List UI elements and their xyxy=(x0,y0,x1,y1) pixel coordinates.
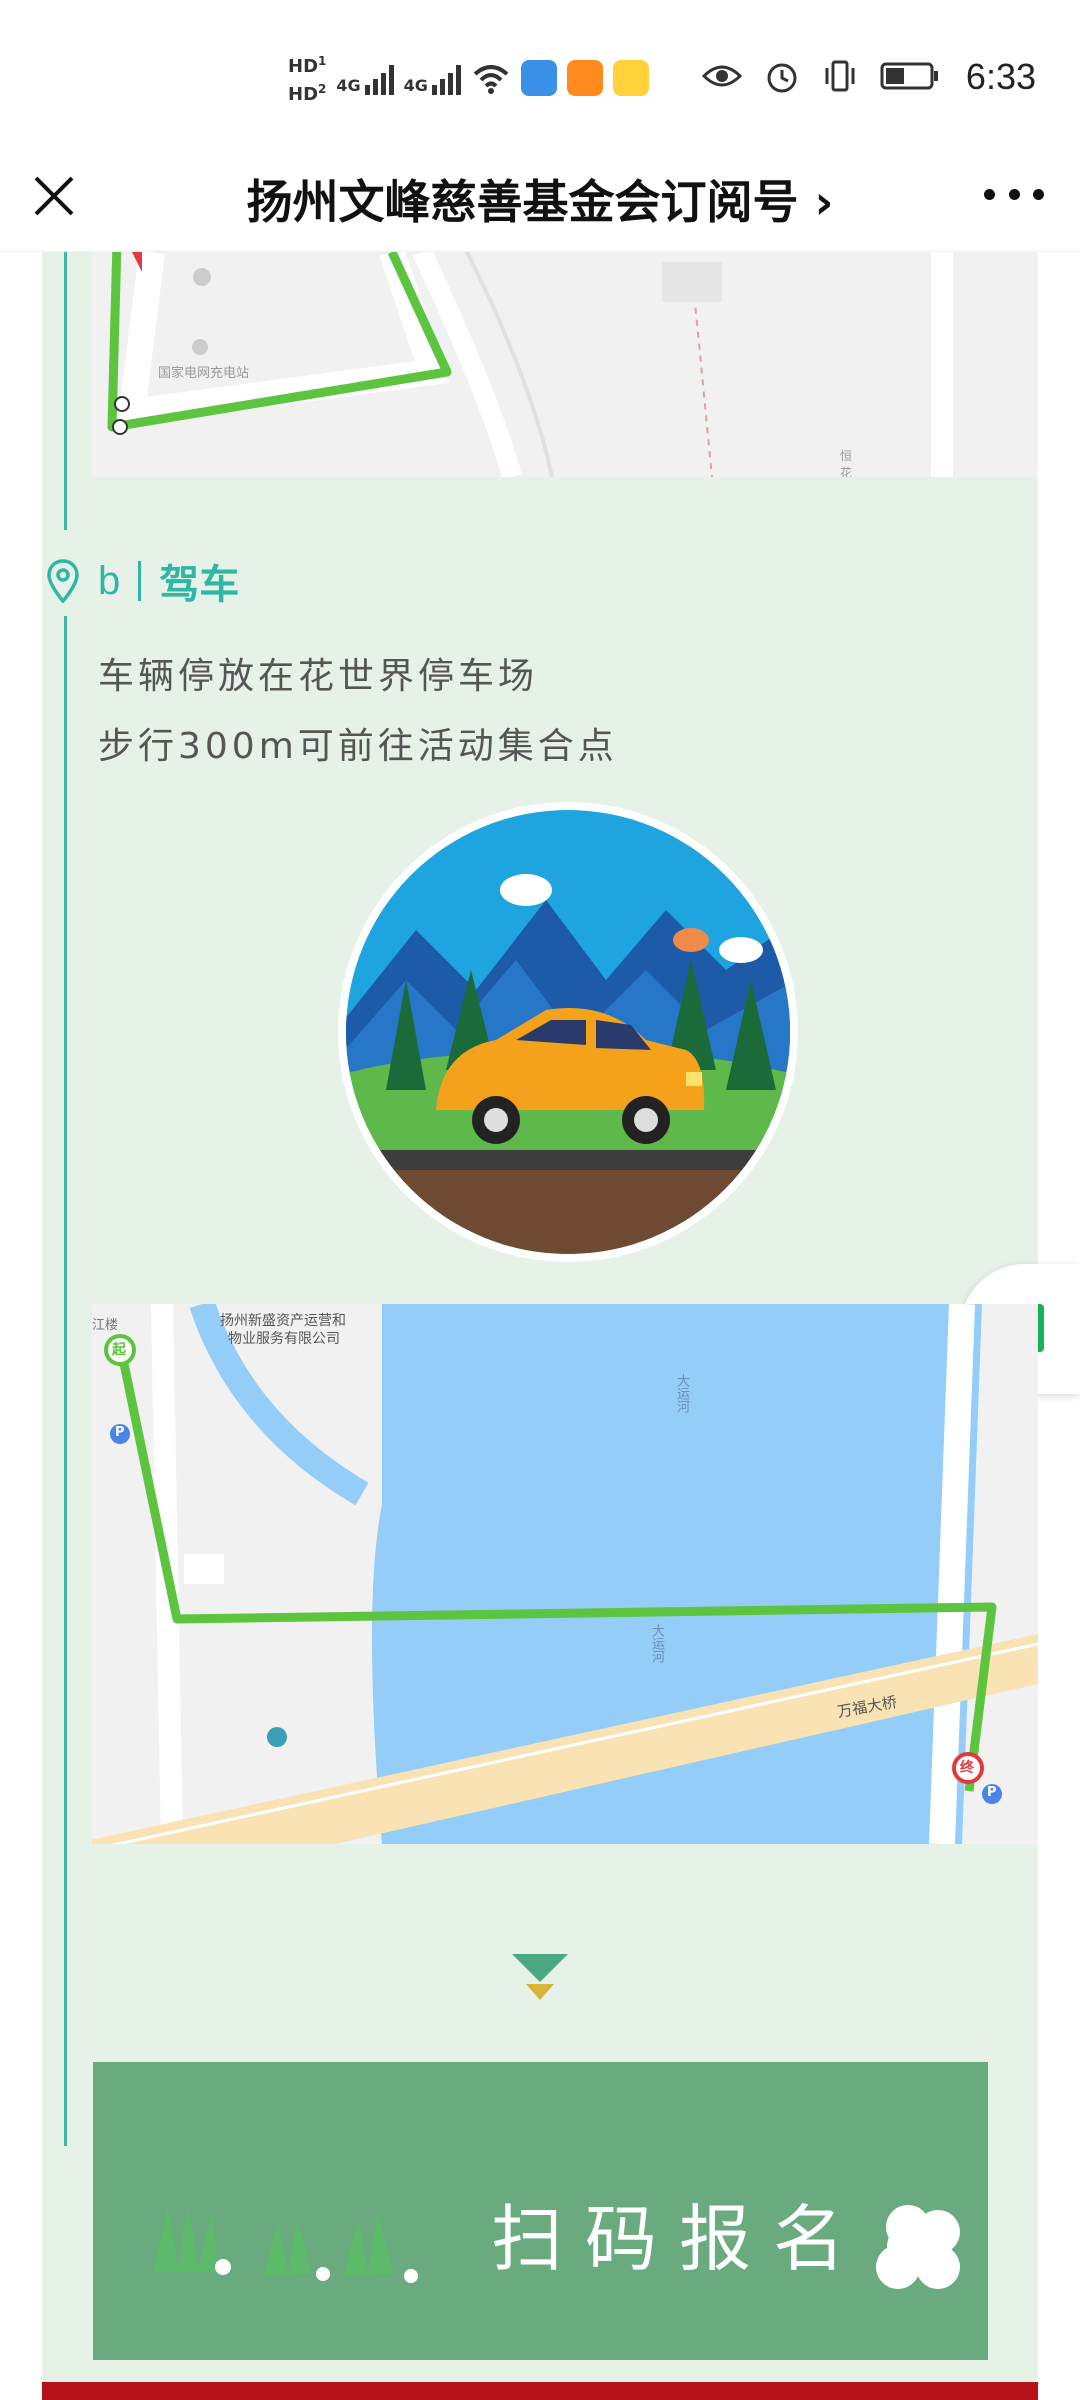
hd-indicator: HD1 HD2 xyxy=(288,54,327,105)
timeline-line-bottom xyxy=(64,616,67,2146)
map-river-label-2: 大运河 xyxy=(649,1624,664,1663)
vibrate-icon xyxy=(825,60,855,92)
clock: 6:33 xyxy=(965,56,1036,97)
route-map-walk[interactable]: 国家电网充电站 恒 花 xyxy=(92,252,1038,477)
car-illustration xyxy=(338,802,798,1262)
section-mode: 驾车 xyxy=(159,562,240,608)
chevron-down-icon xyxy=(512,1954,568,2000)
wifi-icon xyxy=(473,65,509,94)
status-icons-left: HD1 HD2 4G 4G xyxy=(288,50,649,106)
desc-line-2: 步行300m可前往活动集合点 xyxy=(98,726,618,767)
map-company-label: 扬州新盛资产运营和 物业服务有限公司 xyxy=(220,1313,346,1347)
section-letter: b xyxy=(98,558,121,603)
section-divider xyxy=(138,561,142,601)
signal-icon-2: 4G xyxy=(404,61,461,95)
section-b-heading: b 驾车 xyxy=(46,552,239,610)
status-bar: HD1 HD2 4G 4G 6:33 xyxy=(0,0,1080,140)
timeline-line-top xyxy=(64,252,67,530)
chevron-right-icon[interactable]: › xyxy=(815,175,834,229)
section-description: 车辆停放在花世界停车场 步行300m可前往活动集合点 xyxy=(98,642,618,782)
nav-header: 扬州文峰慈善基金会订阅号 › xyxy=(0,140,1080,252)
app-icon-shop xyxy=(612,60,649,96)
map-side-label: 恒 花 xyxy=(840,449,853,477)
status-icons-right xyxy=(702,58,940,94)
app-icon-reader xyxy=(520,60,557,96)
route-map-drive[interactable]: 起 终 P P 江楼 扬州新盛资产运营和 物业服务有限公司 大运河 大运河 万福… xyxy=(92,1304,1038,1844)
map-end-marker: 终 xyxy=(960,1760,974,1776)
car-illustration-graphic xyxy=(346,810,790,1254)
location-pin-icon xyxy=(47,559,79,603)
map-drive-graphic xyxy=(92,1304,1038,1844)
desc-line-1: 车辆停放在花世界停车场 xyxy=(98,656,539,697)
signal-icon-1: 4G xyxy=(336,61,394,95)
account-name[interactable]: 扬州文峰慈善基金会订阅号 xyxy=(247,175,799,229)
map-parking-label-2: P xyxy=(987,1785,997,1800)
article-content[interactable]: 国家电网充电站 恒 花 b 驾车 车辆停放在花世界停车场 步行300m可前往活动… xyxy=(0,252,1080,2400)
battery-icon xyxy=(880,62,938,90)
signup-label[interactable]: 扫码报名 xyxy=(491,2180,867,2285)
bottom-red-banner xyxy=(42,2382,1038,2400)
map-river-label-1: 大运河 xyxy=(674,1374,689,1413)
alarm-icon xyxy=(767,63,797,93)
eye-icon xyxy=(702,65,742,87)
app-icon-video xyxy=(566,60,603,96)
map-start-marker: 起 xyxy=(112,1342,126,1358)
map-poi-label: 国家电网充电站 xyxy=(158,366,250,381)
page-title[interactable]: 扬州文峰慈善基金会订阅号 › xyxy=(0,166,1080,232)
map-edge-label: 江楼 xyxy=(92,1318,119,1333)
more-options-icon[interactable] xyxy=(984,174,1044,214)
map-parking-label-1: P xyxy=(115,1425,125,1440)
signup-banner[interactable]: 扫码报名 xyxy=(93,2062,988,2360)
